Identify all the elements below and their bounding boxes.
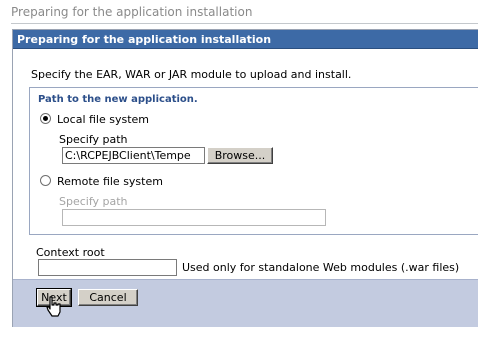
instructions-text: Specify the EAR, WAR or JAR module to up… bbox=[31, 68, 352, 81]
install-panel: Preparing for the application installati… bbox=[12, 29, 478, 327]
local-path-input[interactable]: C:\RCPEJBClient\Tempe bbox=[62, 147, 205, 164]
cancel-button[interactable]: Cancel bbox=[78, 289, 138, 306]
path-fieldset: Path to the new application. Local file … bbox=[29, 87, 478, 235]
page-title: Preparing for the application installati… bbox=[11, 5, 253, 19]
remote-specify-path-label: Specify path bbox=[59, 195, 128, 208]
hand-pointer-icon bbox=[46, 296, 61, 317]
context-root-input[interactable] bbox=[38, 259, 177, 276]
context-root-hint: Used only for standalone Web modules (.w… bbox=[182, 261, 460, 274]
context-root-label: Context root bbox=[36, 246, 105, 259]
remote-path-input[interactable] bbox=[62, 209, 326, 226]
remote-file-system-radio[interactable] bbox=[40, 175, 51, 186]
cancel-button-label: Cancel bbox=[89, 291, 127, 304]
browse-button-label: Browse... bbox=[214, 149, 266, 162]
local-file-system-radio[interactable] bbox=[40, 113, 51, 124]
panel-header: Preparing for the application installati… bbox=[13, 30, 478, 49]
local-file-system-label: Local file system bbox=[57, 113, 150, 126]
title-divider bbox=[11, 23, 478, 24]
path-legend: Path to the new application. bbox=[38, 94, 198, 105]
browse-button[interactable]: Browse... bbox=[207, 147, 273, 164]
remote-file-system-label: Remote file system bbox=[57, 175, 163, 188]
button-bar: Next Cancel bbox=[13, 279, 478, 327]
local-specify-path-label: Specify path bbox=[59, 133, 128, 146]
